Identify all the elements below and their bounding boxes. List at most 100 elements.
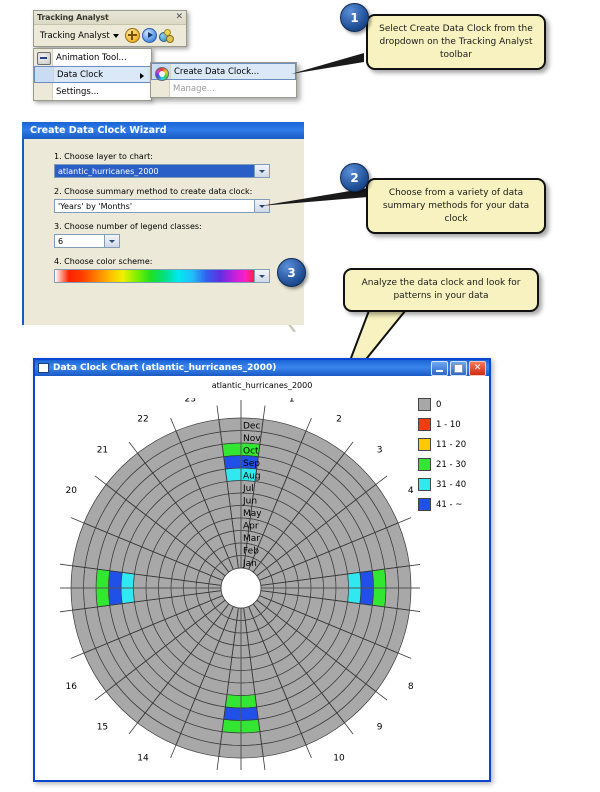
layer-combobox[interactable]: atlantic_hurricanes_2000 <box>54 164 270 178</box>
chart-legend: 0 1 - 10 11 - 20 21 - 30 31 - 40 41 - ~ <box>418 398 480 518</box>
close-button[interactable]: ✕ <box>469 360 486 376</box>
clock-month-label: Oct <box>243 446 259 456</box>
toolbar-title: Tracking Analyst <box>37 13 109 22</box>
clock-center-hole <box>220 567 262 609</box>
summary-method-combobox[interactable]: 'Years' by 'Months' <box>54 199 270 213</box>
close-icon[interactable]: ✕ <box>175 13 183 22</box>
color-scheme-combobox[interactable] <box>54 269 270 283</box>
wizard-title: Create Data Clock Wizard <box>30 125 167 136</box>
add-tracking-layer-button[interactable] <box>124 28 140 43</box>
chart-plot-area: atlantic_hurricanes_2000 012345678910111… <box>35 376 489 780</box>
chart-window-titlebar: Data Clock Chart (atlantic_hurricanes_20… <box>35 360 489 376</box>
plot-caption: atlantic_hurricanes_2000 <box>211 381 313 390</box>
tracking-analyst-dropdown[interactable]: Tracking Analyst <box>36 29 123 43</box>
animation-icon <box>37 52 51 65</box>
callout-2-text: Choose from a variety of data summary me… <box>382 188 530 225</box>
legend-label: 21 - 30 <box>436 459 467 470</box>
clock-hour-label: 10 <box>333 754 345 764</box>
callout-3-text: Analyze the data clock and look for patt… <box>361 278 521 302</box>
legend-label: 1 - 10 <box>436 419 461 430</box>
legend-classes-combobox[interactable]: 6 <box>54 234 120 248</box>
minimize-button[interactable] <box>431 360 448 376</box>
clock-hour-label: 2 <box>336 414 342 424</box>
step-label: 4. Choose color scheme: <box>54 257 153 266</box>
menu-item-label: Data Clock <box>57 69 104 80</box>
tracking-globe-button[interactable] <box>159 28 175 43</box>
chevron-right-icon <box>140 73 144 79</box>
clock-month-label: Jul <box>242 484 254 494</box>
legend-label: 0 <box>436 399 442 410</box>
legend-swatch <box>418 418 431 431</box>
data-clock-plot[interactable]: 01234567891011121314151617181920212223Ja… <box>60 398 420 770</box>
data-clock-submenu: Create Data Clock... Manage... <box>150 62 297 98</box>
legend-swatch <box>418 478 431 491</box>
callout-1: Select Create Data Clock from the dropdo… <box>366 14 546 70</box>
dropdown-label: Tracking Analyst <box>40 30 110 41</box>
legend-swatch <box>418 498 431 511</box>
clock-hour-label: 15 <box>97 723 108 733</box>
chart-window-title: Data Clock Chart (atlantic_hurricanes_20… <box>53 363 277 373</box>
callout-2-bubble: Choose from a variety of data summary me… <box>366 178 546 234</box>
wizard-body: 1. Choose layer to chart: atlantic_hurri… <box>22 139 304 325</box>
color-ramp-swatch <box>55 270 254 282</box>
tracking-analyst-toolbar: Tracking Analyst ✕ Tracking Analyst <box>33 10 187 47</box>
clock-month-label: Sep <box>243 459 260 469</box>
menu-item-settings[interactable]: Settings... <box>34 83 151 100</box>
clock-month-label: Aug <box>243 471 261 481</box>
toolbar-buttons: Tracking Analyst <box>34 25 186 46</box>
legend-label: 31 - 40 <box>436 479 467 490</box>
legend-label: 41 - ~ <box>436 499 463 510</box>
chevron-down-icon[interactable] <box>104 235 119 247</box>
menu-item-label: Create Data Clock... <box>174 66 260 77</box>
create-data-clock-wizard: Create Data Clock Wizard 1. Choose layer… <box>22 122 310 332</box>
wizard-step-color: 4. Choose color scheme: <box>54 257 304 283</box>
maximize-button[interactable] <box>450 360 467 376</box>
toolbar-titlebar: Tracking Analyst ✕ <box>34 11 186 25</box>
legend-row: 1 - 10 <box>418 418 480 431</box>
legend-row: 21 - 30 <box>418 458 480 471</box>
clock-hour-label: 20 <box>66 486 78 496</box>
clock-hour-label: 9 <box>377 723 383 733</box>
data-clock-icon <box>155 66 169 81</box>
chevron-down-icon[interactable] <box>254 165 269 177</box>
data-clock-chart-window: Data Clock Chart (atlantic_hurricanes_20… <box>33 358 491 782</box>
clock-month-label: Jun <box>242 496 257 506</box>
menu-item-label: Settings... <box>56 86 99 97</box>
legend-swatch <box>418 398 431 411</box>
legend-classes-value: 6 <box>58 236 64 246</box>
callout-2-number: 2 <box>340 163 369 192</box>
plus-circle-icon <box>124 28 140 43</box>
layer-value: atlantic_hurricanes_2000 <box>55 165 254 177</box>
window-icon <box>38 363 49 373</box>
menu-item-data-clock[interactable]: Data Clock <box>34 66 151 83</box>
playback-button[interactable] <box>141 28 157 43</box>
legend-row: 11 - 20 <box>418 438 480 451</box>
chevron-down-icon[interactable] <box>254 200 269 212</box>
menu-item-create-data-clock[interactable]: Create Data Clock... <box>151 63 296 81</box>
clock-hour-label: 23 <box>185 398 196 405</box>
wizard-step-layer: 1. Choose layer to chart: atlantic_hurri… <box>54 152 304 178</box>
clock-month-label: Nov <box>243 434 261 444</box>
step-label: 2. Choose summary method to create data … <box>54 187 253 196</box>
legend-label: 11 - 20 <box>436 439 467 450</box>
clock-hour-label: 22 <box>137 414 148 424</box>
callout-1-bubble: Select Create Data Clock from the dropdo… <box>366 14 546 70</box>
clock-month-label: May <box>243 509 262 519</box>
callout-2: Choose from a variety of data summary me… <box>366 178 546 234</box>
clock-hour-label: 3 <box>377 445 383 455</box>
chevron-down-icon[interactable] <box>254 270 269 282</box>
legend-row: 31 - 40 <box>418 478 480 491</box>
callout-1-number: 1 <box>340 3 369 32</box>
menu-item-manage: Manage... <box>151 80 296 97</box>
callout-1-text: Select Create Data Clock from the dropdo… <box>379 24 533 61</box>
chevron-down-icon <box>112 33 119 38</box>
clock-hour-label: 4 <box>408 486 414 496</box>
legend-row: 0 <box>418 398 480 411</box>
callout-3: Analyze the data clock and look for patt… <box>343 268 539 312</box>
menu-item-animation-tool[interactable]: Animation Tool... <box>34 49 151 66</box>
clock-hour-label: 21 <box>97 445 108 455</box>
menu-item-label: Manage... <box>173 83 215 94</box>
clock-month-label: Apr <box>243 521 259 531</box>
clock-month-label: Mar <box>243 534 260 544</box>
menu-item-label: Animation Tool... <box>56 52 127 63</box>
